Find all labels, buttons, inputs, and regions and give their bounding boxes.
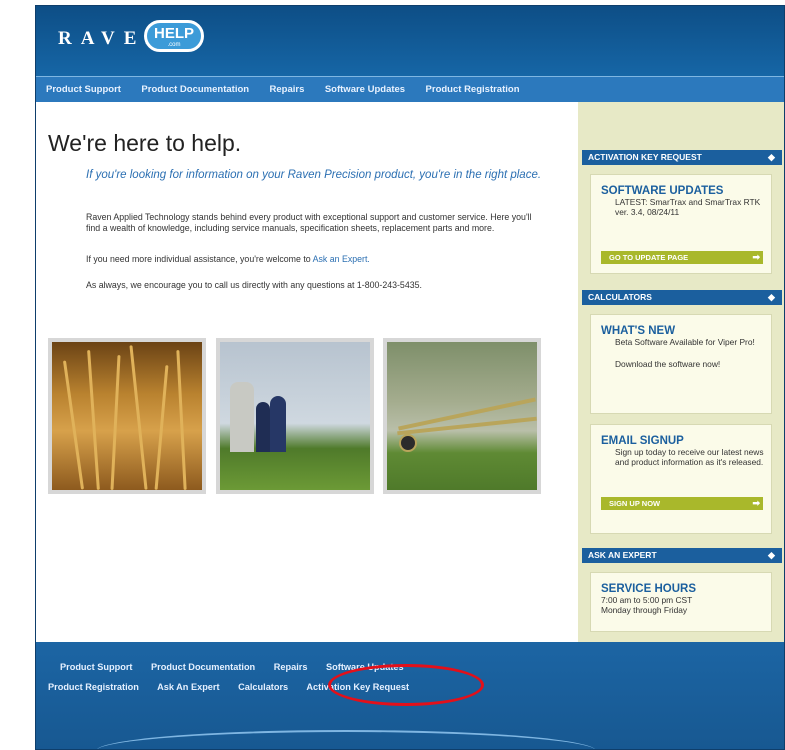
- whats-new-card: WHAT'S NEW Beta Software Available for V…: [590, 314, 772, 414]
- footer-repairs[interactable]: Repairs: [274, 662, 308, 672]
- sign-up-now-label: SIGN UP NOW: [609, 499, 661, 508]
- phone-paragraph: As always, we encourage you to call us d…: [86, 280, 422, 290]
- email-signup-title: EMAIL SIGNUP: [601, 435, 684, 447]
- site-footer: Product Support Product Documentation Re…: [36, 642, 784, 749]
- nav-product-registration[interactable]: Product Registration: [426, 77, 520, 103]
- nav-repairs[interactable]: Repairs: [270, 77, 305, 103]
- assistance-text: If you need more individual assistance, …: [86, 254, 313, 264]
- silo-photo: [216, 338, 374, 494]
- top-nav: Product Support Product Documentation Re…: [36, 76, 784, 103]
- software-updates-title: SOFTWARE UPDATES: [601, 185, 724, 197]
- service-hours-days: Monday through Friday: [601, 605, 688, 615]
- footer-product-documentation[interactable]: Product Documentation: [151, 662, 255, 672]
- software-updates-text: LATEST: SmarTrax and SmarTrax RTK ver. 3…: [615, 197, 761, 217]
- calculators-bar[interactable]: CALCULATORS ◆: [582, 290, 782, 305]
- email-signup-text: Sign up today to receive our latest news…: [615, 447, 764, 467]
- assistance-paragraph: If you need more individual assistance, …: [86, 254, 546, 265]
- help-badge-logo[interactable]: HELP .com: [144, 20, 204, 52]
- footer-product-support[interactable]: Product Support: [60, 662, 132, 672]
- nav-product-support[interactable]: Product Support: [46, 77, 121, 103]
- whats-new-text: Beta Software Available for Viper Pro!: [615, 337, 755, 347]
- highlight-annotation-circle: [328, 664, 484, 706]
- footer-calculators[interactable]: Calculators: [238, 682, 288, 692]
- software-updates-card: SOFTWARE UPDATES LATEST: SmarTrax and Sm…: [590, 174, 772, 274]
- wheat-photo: [48, 338, 206, 494]
- intro-text: If you're looking for information on you…: [86, 169, 542, 181]
- page-frame: RAVEN HELP .com Product Support Product …: [35, 5, 785, 750]
- calculators-label: CALCULATORS: [588, 292, 652, 302]
- main-content: We're here to help. If you're looking fo…: [36, 102, 578, 642]
- footer-product-registration[interactable]: Product Registration: [48, 682, 139, 692]
- sprayer-photo: [383, 338, 541, 494]
- activation-key-request-bar[interactable]: ACTIVATION KEY REQUEST ◆: [582, 150, 782, 165]
- about-paragraph: Raven Applied Technology stands behind e…: [86, 212, 532, 233]
- ask-an-expert-bar[interactable]: ASK AN EXPERT ◆: [582, 548, 782, 563]
- service-hours-time: 7:00 am to 5:00 pm CST: [601, 595, 693, 605]
- go-to-update-page-label: GO TO UPDATE PAGE: [609, 253, 689, 262]
- whats-new-download[interactable]: Download the software now!: [591, 359, 771, 369]
- nav-product-documentation[interactable]: Product Documentation: [141, 77, 249, 103]
- page-title: We're here to help.: [48, 130, 242, 156]
- arrow-right-icon: ◆: [768, 152, 775, 162]
- help-badge-sub: .com: [167, 42, 181, 48]
- arrow-right-icon: ◆: [768, 292, 775, 302]
- service-hours-card: SERVICE HOURS 7:00 am to 5:00 pm CST Mon…: [590, 572, 772, 632]
- footer-ask-an-expert[interactable]: Ask An Expert: [157, 682, 219, 692]
- service-hours-title: SERVICE HOURS: [601, 583, 697, 595]
- site-header: RAVEN HELP .com: [36, 6, 784, 76]
- sign-up-now-button[interactable]: SIGN UP NOW ➡: [601, 497, 763, 510]
- help-badge-text: HELP: [153, 25, 194, 42]
- arrow-right-icon: ➡: [752, 498, 760, 508]
- go-to-update-page-button[interactable]: GO TO UPDATE PAGE ➡: [601, 251, 763, 264]
- whats-new-title: WHAT'S NEW: [601, 325, 676, 337]
- ask-an-expert-label: ASK AN EXPERT: [588, 550, 657, 560]
- nav-software-updates[interactable]: Software Updates: [325, 77, 405, 103]
- ask-an-expert-link[interactable]: Ask an Expert.: [313, 254, 370, 264]
- arrow-right-icon: ➡: [752, 252, 760, 262]
- email-signup-card: EMAIL SIGNUP Sign up today to receive ou…: [590, 424, 772, 534]
- activation-key-request-label: ACTIVATION KEY REQUEST: [588, 152, 702, 162]
- sidebar: ACTIVATION KEY REQUEST ◆ SOFTWARE UPDATE…: [578, 102, 784, 642]
- footer-swoosh-decoration: [96, 730, 596, 749]
- arrow-right-icon: ◆: [768, 550, 775, 560]
